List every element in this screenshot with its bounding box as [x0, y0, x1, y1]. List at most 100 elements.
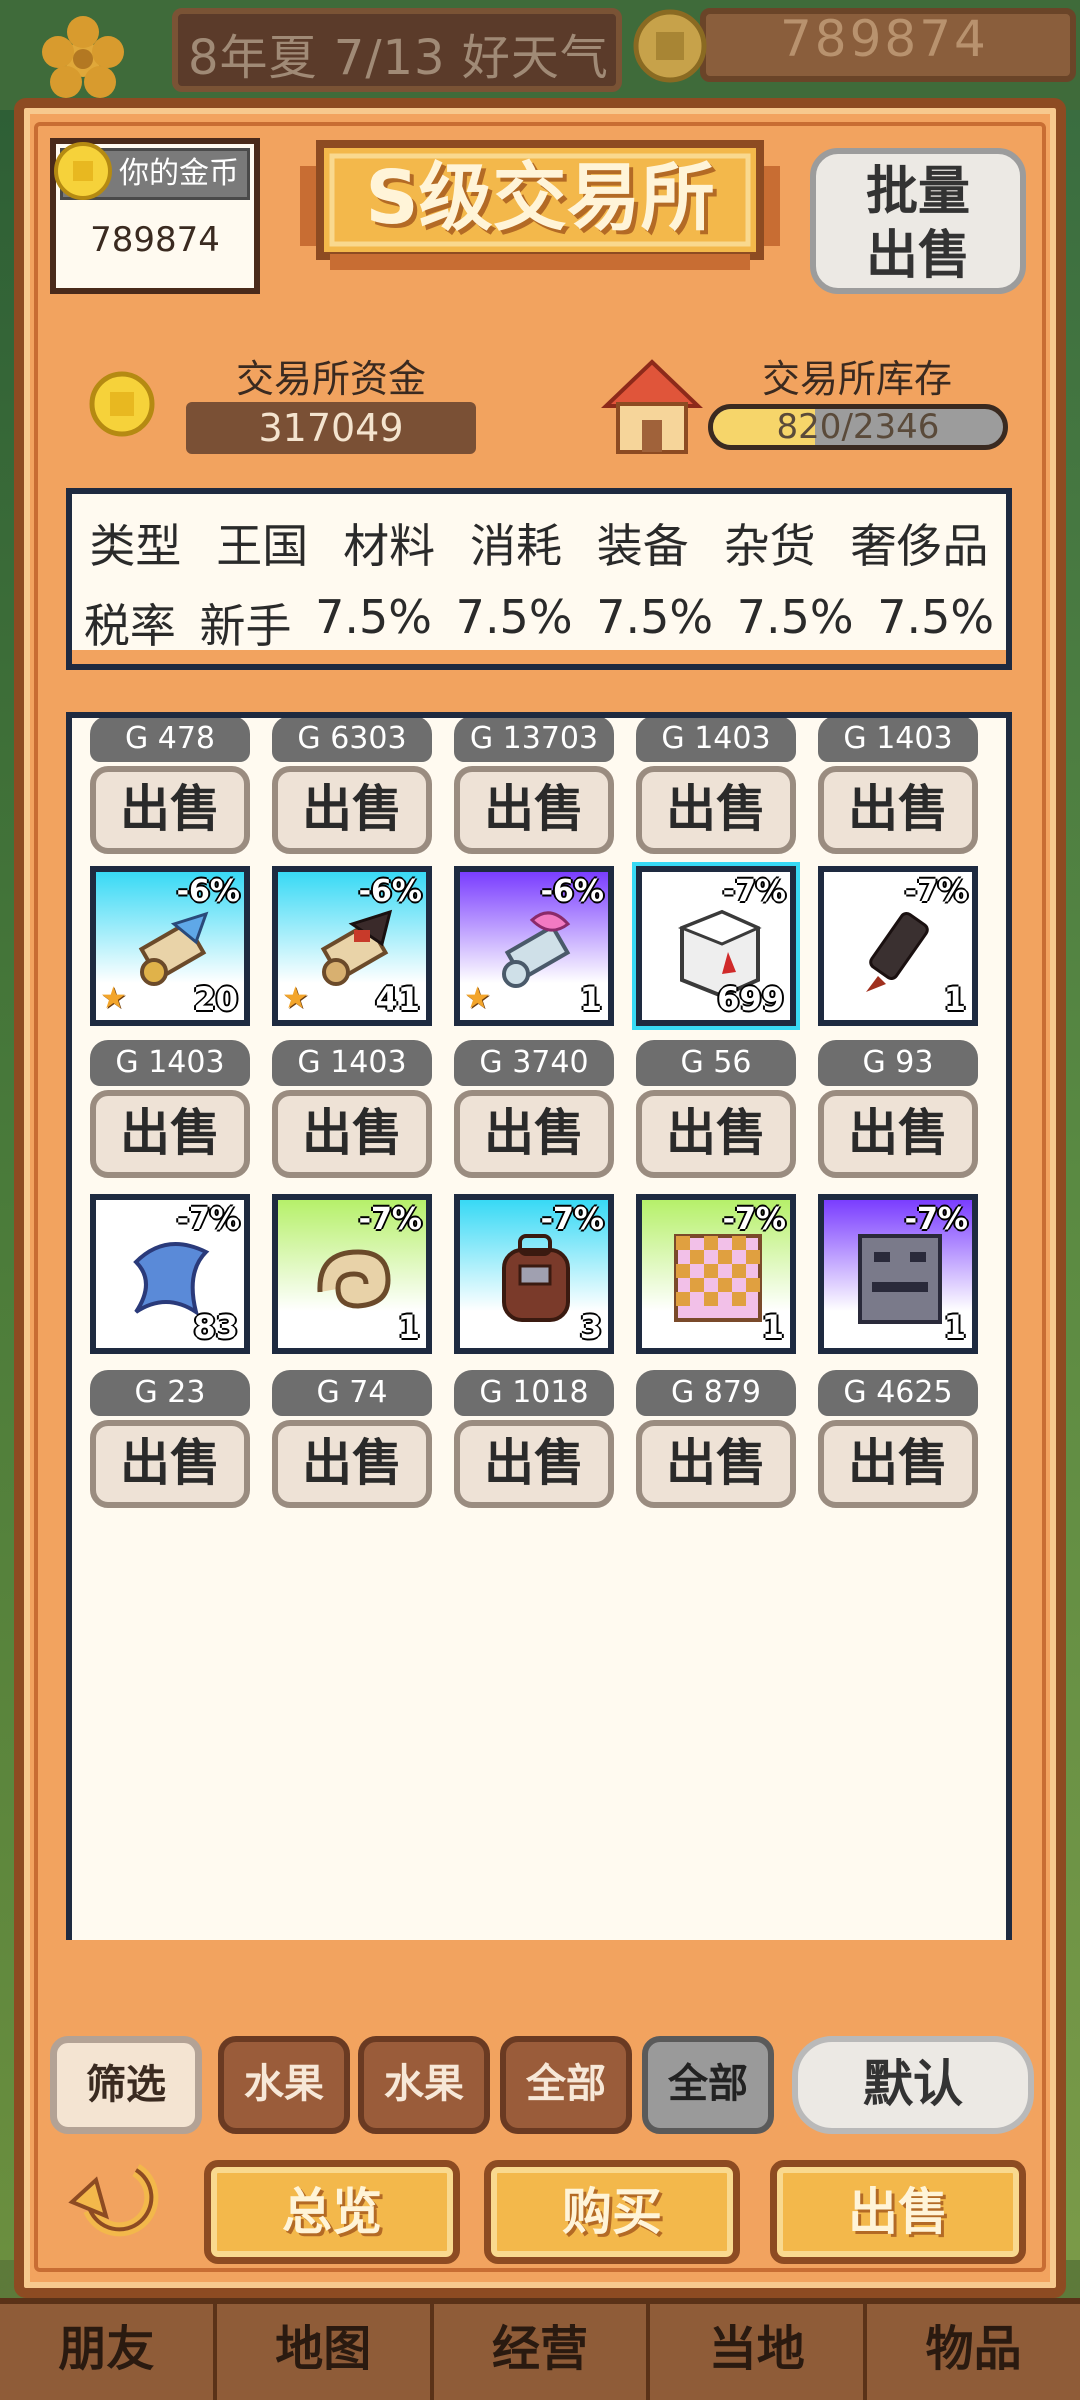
- star-icon: ★: [282, 981, 309, 1016]
- house-icon: [601, 359, 703, 454]
- flower-menu-icon[interactable]: [28, 14, 138, 104]
- nav-items[interactable]: 物品: [867, 2304, 1080, 2400]
- sell-button[interactable]: 出售: [90, 766, 250, 854]
- sell-button[interactable]: 出售: [636, 766, 796, 854]
- item-quantity: 699: [717, 980, 784, 1018]
- exchange-stock-label: 交易所库存: [761, 357, 952, 401]
- item-card[interactable]: -7% 699: [636, 866, 796, 1026]
- nav-map[interactable]: 地图: [216, 2304, 434, 2400]
- item-quantity: 1: [397, 1308, 420, 1346]
- sell-button[interactable]: 出售: [454, 1090, 614, 1178]
- buy-button[interactable]: 购买: [484, 2160, 740, 2264]
- sell-button[interactable]: 出售: [818, 1420, 978, 1508]
- item-card[interactable]: -7% 1: [636, 1194, 796, 1354]
- tax-header-cell: 类型: [89, 519, 182, 573]
- robot-box-icon: [858, 1234, 942, 1324]
- item-card[interactable]: -6% 20 ★: [90, 866, 250, 1026]
- sell-button[interactable]: 出售: [636, 1420, 796, 1508]
- item-price: G 6303: [272, 718, 432, 762]
- exchange-fund-label: 交易所资金: [235, 357, 426, 401]
- sort-default-button[interactable]: 默认: [792, 2036, 1034, 2134]
- item-discount: -7%: [722, 1202, 786, 1237]
- item-card[interactable]: -6% 1 ★: [454, 866, 614, 1026]
- sell-button[interactable]: 出售: [818, 1090, 978, 1178]
- tax-value-cell: 7.5%: [736, 590, 854, 644]
- checkered-cloth-icon: [674, 1234, 762, 1322]
- batch-sell-line2: 出售: [865, 226, 970, 286]
- tax-header-cell: 消耗: [469, 519, 562, 573]
- exchange-stock-value: 820/2346: [776, 407, 940, 447]
- nav-local[interactable]: 当地: [650, 2304, 868, 2400]
- item-price: G 23: [90, 1370, 250, 1416]
- nav-business[interactable]: 经营: [433, 2304, 651, 2400]
- tax-header-row: 类型 王国 材料 消耗 装备 杂货 奢侈品: [72, 510, 1006, 576]
- batch-sell-button[interactable]: 批量 出售: [810, 148, 1026, 294]
- filter-fruit-button[interactable]: 水果: [218, 2036, 350, 2134]
- item-price: G 1403: [272, 1040, 432, 1086]
- shell-icon: [317, 1249, 391, 1309]
- tax-rate-table: 类型 王国 材料 消耗 装备 杂货 奢侈品 税率 新手 7.5% 7.5% 7.…: [66, 488, 1012, 670]
- sell-button[interactable]: 出售: [818, 766, 978, 854]
- item-price: G 1403: [818, 718, 978, 762]
- gold-coin-icon: [54, 142, 112, 200]
- back-arrow-icon[interactable]: [66, 2150, 170, 2250]
- item-card[interactable]: -6% 41 ★: [272, 866, 432, 1026]
- bottom-navigation: 朋友 地图 经营 当地 物品: [0, 2298, 1080, 2400]
- item-price: G 13703: [454, 718, 614, 762]
- item-discount: -6%: [176, 874, 240, 909]
- exchange-fund-value: 317049: [186, 402, 476, 454]
- item-discount: -7%: [904, 874, 968, 909]
- top-gold-amount: 789874: [780, 10, 989, 68]
- item-price: G 4625: [818, 1370, 978, 1416]
- item-price: G 1018: [454, 1370, 614, 1416]
- backpack-icon: [502, 1234, 570, 1322]
- filter-all-button[interactable]: 全部: [500, 2036, 632, 2134]
- tax-value-cell: 7.5%: [877, 590, 995, 644]
- item-grid-footer: [66, 1940, 1012, 1956]
- item-quantity: 83: [193, 1308, 238, 1346]
- item-quantity: 20: [193, 980, 238, 1018]
- item-price: G 93: [818, 1040, 978, 1086]
- item-price: G 478: [90, 718, 250, 762]
- tax-value-cell: 新手: [199, 599, 292, 653]
- item-quantity: 3: [579, 1308, 602, 1346]
- item-quantity: 1: [943, 980, 966, 1018]
- item-price: G 3740: [454, 1040, 614, 1086]
- sell-button[interactable]: 出售: [90, 1420, 250, 1508]
- sell-button[interactable]: 出售: [454, 1420, 614, 1508]
- overview-button[interactable]: 总览: [204, 2160, 460, 2264]
- item-card[interactable]: -7% 1: [818, 1194, 978, 1354]
- tax-table-footer: [72, 650, 1006, 664]
- item-discount: -7%: [904, 1202, 968, 1237]
- item-price: G 1403: [636, 718, 796, 762]
- item-card[interactable]: -7% 1: [818, 866, 978, 1026]
- item-price: G 1403: [90, 1040, 250, 1086]
- sell-button[interactable]: 出售: [636, 1090, 796, 1178]
- sell-button[interactable]: 出售: [272, 1090, 432, 1178]
- tax-value-cell: 税率: [83, 599, 176, 653]
- scroll-pink-icon: [502, 911, 571, 988]
- sell-tab-button[interactable]: 出售: [770, 2160, 1026, 2264]
- item-card[interactable]: -7% 3: [454, 1194, 614, 1354]
- gold-coin-icon: [633, 9, 707, 83]
- nav-friends[interactable]: 朋友: [0, 2304, 217, 2400]
- tax-value-cell: 7.5%: [455, 590, 573, 644]
- tax-value-cell: 7.5%: [315, 590, 433, 644]
- tax-header-cell: 材料: [343, 519, 436, 573]
- filter-all-button-2[interactable]: 全部: [642, 2036, 774, 2134]
- tax-value-row: 税率 新手 7.5% 7.5% 7.5% 7.5% 7.5%: [72, 590, 1006, 656]
- sell-button[interactable]: 出售: [272, 766, 432, 854]
- batch-sell-line1: 批量: [865, 162, 970, 222]
- sell-button[interactable]: 出售: [272, 1420, 432, 1508]
- filter-fruit-button-2[interactable]: 水果: [358, 2036, 490, 2134]
- sell-button[interactable]: 出售: [90, 1090, 250, 1178]
- tax-header-cell: 装备: [596, 519, 689, 573]
- item-card[interactable]: -7% 1: [272, 1194, 432, 1354]
- item-card[interactable]: -7% 83: [90, 1194, 250, 1354]
- sell-button[interactable]: 出售: [454, 766, 614, 854]
- item-discount: -6%: [540, 874, 604, 909]
- filter-button[interactable]: 筛选: [50, 2036, 202, 2134]
- exchange-title: S级交易所: [365, 155, 715, 241]
- your-gold-value: 789874: [90, 220, 220, 260]
- item-quantity: 41: [375, 980, 420, 1018]
